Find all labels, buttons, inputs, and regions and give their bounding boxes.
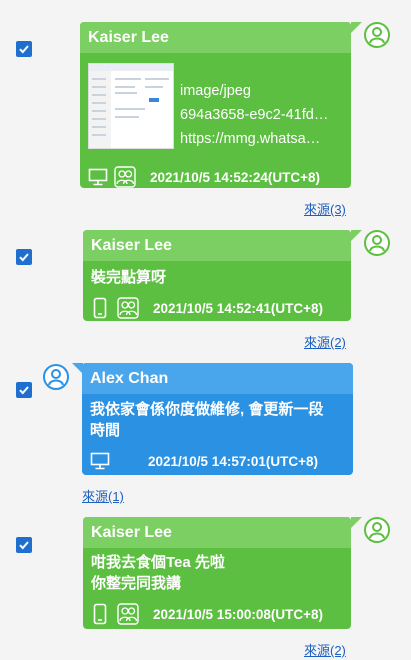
bubble-tail [351, 22, 362, 33]
message-checkbox[interactable] [16, 41, 32, 57]
sender-name: Kaiser Lee [80, 22, 351, 53]
avatar [364, 230, 390, 256]
contacts-icon [117, 297, 139, 319]
source-link[interactable]: 來源(3) [304, 199, 346, 218]
attachment: image/jpeg 694a3658-e9c2-41fd… https://m… [80, 53, 351, 151]
sender-name: Alex Chan [82, 363, 353, 394]
message-text-line: 你整完同我講 [91, 575, 182, 592]
message-bubble: Kaiser Lee 裝完點算呀 2021/10/5 14:52:41(UTC+… [83, 230, 351, 321]
attachment-url[interactable]: https://mmg.whatsa… [180, 127, 328, 151]
attachment-type: image/jpeg [180, 83, 251, 99]
checkmark-icon [19, 45, 29, 54]
attachment-thumbnail[interactable] [88, 63, 174, 149]
message-timestamp: 2021/10/5 14:57:01(UTC+8) [148, 453, 318, 469]
sender-name: Kaiser Lee [83, 517, 351, 548]
message-checkbox[interactable] [16, 249, 32, 265]
message-text-line: 時間 [90, 422, 121, 439]
user-icon [364, 517, 390, 543]
avatar [364, 22, 390, 48]
message-text: 裝完點算呀 [91, 269, 167, 286]
message-footer: 2021/10/5 14:57:01(UTC+8) [82, 449, 353, 473]
mobile-icon [93, 603, 107, 625]
message-footer: 2021/10/5 14:52:24(UTC+8) [80, 165, 351, 188]
checkmark-icon [19, 253, 29, 262]
source-link[interactable]: 來源(1) [82, 486, 124, 505]
user-icon [364, 230, 390, 256]
message-timestamp: 2021/10/5 14:52:41(UTC+8) [153, 300, 323, 316]
mobile-icon [93, 297, 107, 319]
message-footer: 2021/10/5 15:00:08(UTC+8) [83, 602, 351, 626]
message-text: 我依家會係你度做維修, 會更新一段 時間 [82, 394, 353, 441]
avatar [43, 364, 69, 390]
message-bubble: Kaiser Lee 咁我去食個Tea 先啦 你整完同我講 2021/10/5 … [83, 517, 351, 629]
checkmark-icon [19, 541, 29, 550]
sender-name: Kaiser Lee [83, 230, 351, 261]
source-link[interactable]: 來源(2) [304, 332, 346, 351]
message-timestamp: 2021/10/5 14:52:24(UTC+8) [150, 169, 320, 185]
checkmark-icon [19, 386, 29, 395]
message-timestamp: 2021/10/5 15:00:08(UTC+8) [153, 606, 323, 622]
message-checkbox[interactable] [16, 537, 32, 553]
message-bubble: Kaiser Lee image/jpeg 694a3658-e9c2-41fd… [80, 22, 351, 188]
message-text: 咁我去食個Tea 先啦 你整完同我講 [83, 548, 351, 594]
avatar [364, 517, 390, 543]
contacts-icon [114, 166, 136, 188]
desktop-icon [90, 452, 110, 470]
contacts-icon [117, 603, 139, 625]
message-text-line: 咁我去食個Tea 先啦 [91, 554, 225, 571]
user-icon [364, 22, 390, 48]
user-icon [43, 364, 69, 390]
bubble-tail [351, 517, 362, 528]
message-text-line: 我依家會係你度做維修, 會更新一段 [90, 401, 324, 418]
message-footer: 2021/10/5 14:52:41(UTC+8) [83, 296, 351, 320]
message-bubble: Alex Chan 我依家會係你度做維修, 會更新一段 時間 2021/10/5… [82, 363, 353, 475]
message-checkbox[interactable] [16, 382, 32, 398]
source-link[interactable]: 來源(2) [304, 640, 346, 659]
desktop-icon [88, 168, 108, 186]
bubble-tail [351, 230, 362, 241]
attachment-name: 694a3658-e9c2-41fd… [180, 107, 329, 123]
